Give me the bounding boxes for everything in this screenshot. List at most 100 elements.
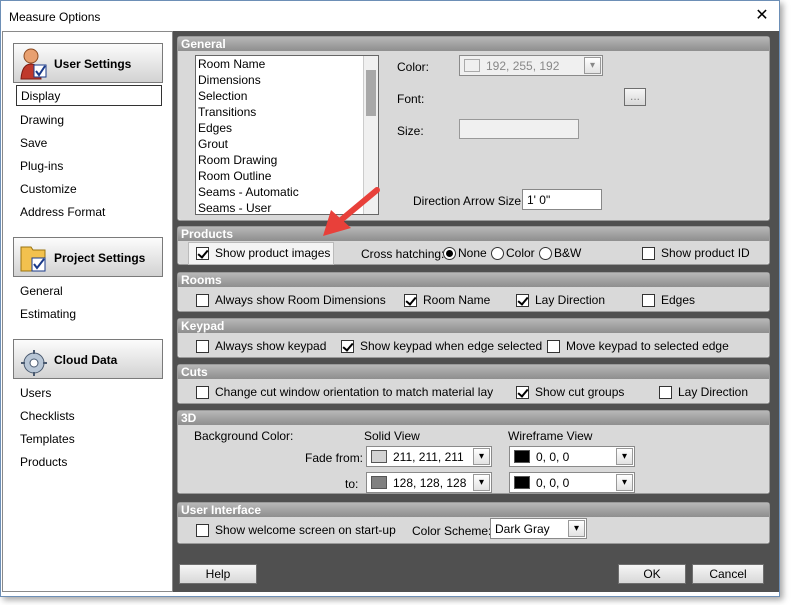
list-item[interactable]: Room Drawing — [196, 152, 378, 168]
sidebar-item-templates[interactable]: Templates — [20, 432, 75, 446]
sidebar-item-customize[interactable]: Customize — [20, 182, 77, 196]
lay-direction-label: Lay Direction — [535, 293, 606, 307]
settings-sidebar: User Settings Display Drawing Save Plug-… — [2, 31, 173, 592]
color-swatch — [514, 476, 530, 489]
list-item[interactable]: Room Name — [196, 56, 378, 72]
user-settings-label: User Settings — [54, 57, 132, 71]
chevron-down-icon: ▾ — [473, 448, 490, 465]
cloud-gear-icon — [21, 350, 47, 376]
show-keypad-edge-label: Show keypad when edge selected — [360, 339, 543, 353]
checkbox-checked-icon — [516, 385, 529, 399]
show-cut-groups-checkbox[interactable]: Show cut groups — [516, 385, 624, 399]
checkbox-checked-icon — [341, 339, 354, 353]
show-keypad-edge-checkbox[interactable]: Show keypad when edge selected — [341, 339, 542, 353]
rooms-body: Always show Room Dimensions Room Name La… — [178, 287, 769, 311]
sidebar-item-estimating[interactable]: Estimating — [20, 307, 76, 321]
color-swatch — [371, 476, 387, 489]
cross-hatch-color-radio[interactable]: Color — [491, 246, 535, 260]
show-product-images-checkbox[interactable]: Show product images — [196, 246, 330, 260]
user-settings-button[interactable]: User Settings — [13, 43, 163, 83]
list-item[interactable]: Room Outline — [196, 168, 378, 184]
cuts-body: Change cut window orientation to match m… — [178, 379, 769, 403]
move-keypad-checkbox[interactable]: Move keypad to selected edge — [547, 339, 729, 353]
project-settings-button[interactable]: Project Settings — [13, 237, 163, 277]
wireframe-view-label: Wireframe View — [508, 429, 593, 443]
list-item[interactable]: Dimensions — [196, 72, 378, 88]
products-header: Products — [178, 227, 769, 241]
font-label: Font: — [397, 92, 425, 106]
color-select[interactable]: 192, 255, 192 ▾ — [459, 55, 603, 76]
sidebar-item-display[interactable]: Display — [16, 85, 162, 106]
wire-fade-to-value: 0, 0, 0 — [536, 475, 570, 490]
checkbox-checked-icon — [196, 246, 209, 260]
always-show-keypad-checkbox[interactable]: Always show keypad — [196, 339, 326, 353]
radio-selected-icon — [443, 246, 456, 260]
cloud-data-button[interactable]: Cloud Data — [13, 339, 163, 379]
edges-label: Edges — [661, 293, 696, 307]
cross-hatch-none-radio[interactable]: None — [443, 246, 487, 260]
color-scheme-value: Dark Gray — [495, 521, 550, 536]
color-scheme-select[interactable]: Dark Gray ▾ — [490, 518, 587, 539]
checkbox-icon — [196, 385, 209, 399]
wire-fade-from-select[interactable]: 0, 0, 0 ▾ — [509, 446, 635, 467]
settings-content: General Room Name Dimensions Selection Tran… — [173, 31, 779, 592]
sidebar-item-plugins[interactable]: Plug-ins — [20, 159, 63, 173]
sidebar-item-drawing[interactable]: Drawing — [20, 113, 64, 127]
color-value: 192, 255, 192 — [486, 58, 560, 73]
sidebar-item-products[interactable]: Products — [20, 455, 67, 469]
background-color-label: Background Color: — [194, 429, 294, 443]
list-item[interactable]: Selection — [196, 88, 378, 104]
list-item[interactable]: Transitions — [196, 104, 378, 120]
checkbox-checked-icon — [404, 293, 417, 307]
show-product-id-label: Show product ID — [661, 246, 750, 260]
room-name-checkbox[interactable]: Room Name — [404, 293, 490, 307]
scrollbar-thumb[interactable] — [366, 70, 376, 116]
checkbox-checked-icon — [516, 293, 529, 307]
show-product-id-checkbox[interactable]: Show product ID — [642, 246, 750, 260]
color-swatch — [514, 450, 530, 463]
show-welcome-screen-checkbox[interactable]: Show welcome screen on start-up — [196, 523, 396, 537]
cross-hatch-bw-radio[interactable]: B&W — [539, 246, 581, 260]
general-body: Room Name Dimensions Selection Transitions E… — [178, 51, 769, 220]
cuts-header: Cuts — [178, 365, 769, 379]
lay-direction-checkbox[interactable]: Lay Direction — [516, 293, 605, 307]
sidebar-item-users[interactable]: Users — [20, 386, 51, 400]
size-input[interactable] — [459, 119, 579, 139]
general-header: General — [178, 37, 769, 51]
three-d-body: Background Color: Solid View Wireframe V… — [178, 425, 769, 493]
change-cut-orientation-checkbox[interactable]: Change cut window orientation to match m… — [196, 385, 493, 399]
color-swatch — [464, 59, 480, 72]
project-settings-icon — [20, 246, 46, 272]
help-button[interactable]: Help — [179, 564, 257, 584]
font-picker-button[interactable]: ... — [624, 88, 646, 106]
rooms-header: Rooms — [178, 273, 769, 287]
sidebar-item-checklists[interactable]: Checklists — [20, 409, 75, 423]
chevron-down-icon: ▾ — [616, 474, 633, 491]
cuts-lay-direction-checkbox[interactable]: Lay Direction — [659, 385, 748, 399]
cross-hatching-label: Cross hatching: — [361, 247, 445, 261]
sidebar-item-address-format[interactable]: Address Format — [20, 205, 105, 219]
ok-button[interactable]: OK — [618, 564, 686, 584]
user-interface-body: Show welcome screen on start-up Color Sc… — [178, 517, 769, 543]
user-settings-icon — [20, 48, 47, 80]
products-group: Products Show product images Cross hatch… — [177, 226, 770, 265]
always-show-room-dimensions-checkbox[interactable]: Always show Room Dimensions — [196, 293, 386, 307]
annotation-arrow-icon — [323, 187, 380, 236]
sidebar-item-save[interactable]: Save — [20, 136, 47, 150]
always-show-room-dimensions-label: Always show Room Dimensions — [215, 293, 386, 307]
show-welcome-screen-label: Show welcome screen on start-up — [215, 523, 396, 537]
color-option-label: Color — [506, 246, 535, 260]
fade-to-label: to: — [345, 477, 359, 491]
edges-checkbox[interactable]: Edges — [642, 293, 695, 307]
solid-fade-from-select[interactable]: 211, 211, 211 ▾ — [366, 446, 492, 467]
direction-arrow-input[interactable]: 1' 0" — [522, 189, 602, 210]
solid-fade-to-select[interactable]: 128, 128, 128 ▾ — [366, 472, 492, 493]
checkbox-icon — [196, 339, 209, 353]
list-item[interactable]: Edges — [196, 120, 378, 136]
wire-fade-to-select[interactable]: 0, 0, 0 ▾ — [509, 472, 635, 493]
sidebar-item-general[interactable]: General — [20, 284, 63, 298]
cancel-button[interactable]: Cancel — [692, 564, 764, 584]
radio-icon — [491, 246, 504, 260]
list-item[interactable]: Grout — [196, 136, 378, 152]
close-icon[interactable]: ✕ — [753, 7, 771, 25]
